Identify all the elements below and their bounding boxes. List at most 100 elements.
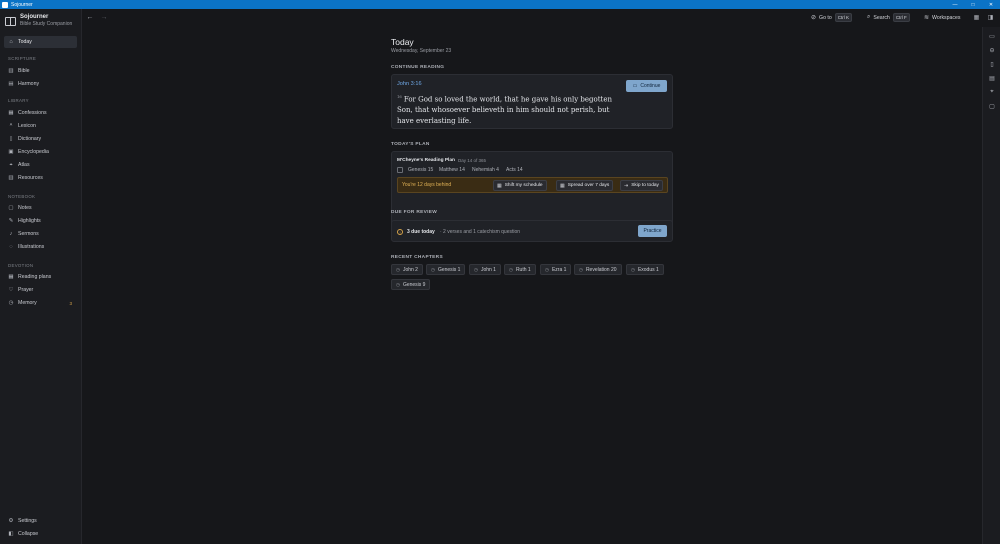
compass-icon: ⊘	[811, 15, 817, 21]
skip-to-today-button[interactable]: ⇥ Skip to today	[620, 180, 663, 191]
sidebar-item-memory[interactable]: ◷ Memory 3	[4, 297, 77, 309]
grid-layout-icon[interactable]: ▦	[972, 13, 981, 22]
history-icon: ◷	[396, 266, 400, 272]
recent-chapter-chip[interactable]: ◷ Ezra 1	[540, 264, 572, 275]
workspaces-button[interactable]: ≋ Workspaces	[924, 12, 960, 23]
chip-label: Exodus 1	[637, 266, 659, 273]
goto-shortcut: Ctrl K	[834, 13, 852, 22]
sidebar-item-bible[interactable]: ▥ Bible	[4, 65, 77, 77]
prayer-icon: ♡	[8, 287, 14, 293]
link-icon[interactable]: ⊖	[988, 46, 996, 54]
sidebar-item-label: Collapse	[18, 531, 39, 537]
recent-chapter-chip[interactable]: ◷ Exodus 1	[626, 264, 664, 275]
sidebar-item-label: Notes	[18, 205, 32, 211]
chip-label: John 1	[480, 266, 496, 273]
document-icon[interactable]: ▢	[988, 102, 996, 110]
sidebar-item-label: Harmony	[18, 81, 40, 87]
recent-chapter-chip[interactable]: ◷ Genesis 9	[391, 279, 431, 290]
close-button[interactable]: ✕	[982, 0, 1000, 9]
plan-complete-checkbox[interactable]	[397, 167, 403, 173]
spread-days-label: Spread over 7 days	[567, 183, 610, 188]
recent-chapter-chip[interactable]: ◷ Genesis 1	[426, 264, 466, 275]
plan-chapter-link[interactable]: Genesis 15	[408, 167, 433, 173]
skip-to-today-label: Skip to today	[631, 183, 659, 188]
app-icon	[2, 1, 8, 8]
chip-label: John 2	[402, 266, 418, 273]
continue-reading-heading: CONTINUE READING	[391, 65, 445, 70]
sidebar-item-resources[interactable]: ▥ Resources	[4, 172, 77, 184]
window-titlebar: Sojourner — □ ✕	[0, 0, 1000, 9]
continue-button[interactable]: ▭ Continue	[626, 80, 667, 92]
recent-chapter-chip[interactable]: ◷ Revelation 20	[574, 264, 622, 275]
forward-arrow-icon[interactable]: →	[99, 12, 109, 22]
recent-chapter-chip[interactable]: ◷ Ruth 1	[504, 264, 536, 275]
section-label-devotion: DEVOTION	[8, 263, 34, 268]
practice-button[interactable]: Practice	[638, 225, 667, 237]
sidebar-item-atlas[interactable]: ⌖ Atlas	[4, 159, 77, 171]
history-icon: ◷	[545, 266, 549, 272]
chip-label: Ezra 1	[551, 266, 567, 273]
goto-button[interactable]: ⊘ Go to Ctrl K	[811, 12, 852, 23]
sidebar-item-encyclopedia[interactable]: ▣ Encyclopedia	[4, 146, 77, 158]
sidebar-item-confessions[interactable]: ▦ Confessions	[4, 107, 77, 119]
history-icon: ◷	[396, 281, 400, 287]
sidebar-item-dictionary[interactable]: ▯ Dictionary	[4, 133, 77, 145]
plan-chapter-link[interactable]: Matthew 14	[439, 167, 465, 173]
sidebar-item-label: Encyclopedia	[18, 149, 49, 155]
book-logo-icon	[5, 16, 16, 26]
sidebar-item-reading-plans[interactable]: ▦ Reading plans	[4, 271, 77, 283]
panel-toggle-icon[interactable]: ◨	[986, 13, 995, 22]
search-shortcut: Ctrl F	[892, 13, 910, 22]
back-arrow-icon[interactable]: ←	[85, 12, 95, 22]
top-toolbar: ← → ⊘ Go to Ctrl K ⌕ Search Ctrl F ≋ Wor…	[82, 9, 1000, 27]
minimize-button[interactable]: —	[946, 0, 964, 9]
sidebar-item-highlights[interactable]: ✎ Highlights	[4, 215, 77, 227]
bookmark-icon[interactable]: ▯	[988, 60, 996, 68]
maximize-button[interactable]: □	[964, 0, 982, 9]
sidebar-item-label: Resources	[18, 175, 43, 181]
translate-icon: ᴬ	[9, 123, 13, 129]
sidebar-item-notes[interactable]: ▢ Notes	[4, 202, 77, 214]
plan-chapter-link[interactable]: Nehemiah 4	[472, 167, 499, 173]
lightbulb-icon: ◌	[9, 244, 13, 250]
chip-label: Genesis 9	[402, 281, 426, 288]
page-date: Wednesday, September 23	[391, 48, 452, 54]
plan-chapter-link[interactable]: Acts 14	[506, 167, 523, 173]
sidebar-item-today[interactable]: ⌂ Today	[4, 36, 77, 48]
sidebar-item-label: Confessions	[18, 110, 47, 116]
verse-body: For God so loved the world, that he gave…	[397, 95, 613, 126]
spread-days-button[interactable]: ▦ Spread over 7 days	[556, 180, 614, 191]
sidebar-item-lexicon[interactable]: ᴬ Lexicon	[4, 120, 77, 132]
sidebar-item-label: Lexicon	[18, 123, 36, 129]
chip-label: Revelation 20	[585, 266, 617, 273]
recent-chapter-chip[interactable]: ◷ John 1	[469, 264, 501, 275]
continue-reading-card[interactable]: John 3:16 16 For God so loved the world, …	[391, 74, 673, 129]
verse-reference[interactable]: John 3:16	[397, 81, 422, 87]
sidebar-item-label: Prayer	[18, 287, 34, 293]
sidebar-item-harmony[interactable]: ▤ Harmony	[4, 78, 77, 90]
note-icon: ▢	[8, 205, 14, 211]
due-count: 3 due today	[407, 229, 435, 235]
map-icon: ⌖	[9, 161, 13, 168]
encyclopedia-icon: ▣	[8, 149, 14, 155]
goto-label: Go to	[819, 14, 832, 21]
sidebar-item-label: Reading plans	[18, 274, 52, 280]
recent-chapter-chip[interactable]: ◷ John 2	[391, 264, 423, 275]
memory-count-badge: 3	[69, 300, 72, 306]
sidebar-item-prayer[interactable]: ♡ Prayer	[4, 284, 77, 296]
app-brand: Sojourner Bible Study Companion	[5, 14, 72, 28]
library-icon: ▥	[8, 175, 14, 181]
notes-panel-icon[interactable]: ▭	[988, 32, 996, 40]
sidebar-item-illustrations[interactable]: ◌ Illustrations	[4, 241, 77, 253]
sidebar-item-settings[interactable]: ⚙ Settings	[4, 515, 77, 527]
search-button[interactable]: ⌕ Search Ctrl F	[867, 12, 910, 23]
shift-schedule-label: Shift my schedule	[504, 183, 543, 188]
workspaces-label: Workspaces	[932, 14, 961, 21]
sidebar-item-sermons[interactable]: ♪ Sermons	[4, 228, 77, 240]
sidebar-collapse-button[interactable]: ◧ Collapse	[4, 528, 77, 540]
location-pin-icon[interactable]: ⌖	[988, 88, 996, 96]
behind-schedule-text: You're 12 days behind	[402, 182, 452, 188]
list-icon[interactable]: ▤	[988, 74, 996, 82]
chip-label: Genesis 1	[437, 266, 461, 273]
shift-schedule-button[interactable]: ▦ Shift my schedule	[493, 180, 547, 191]
